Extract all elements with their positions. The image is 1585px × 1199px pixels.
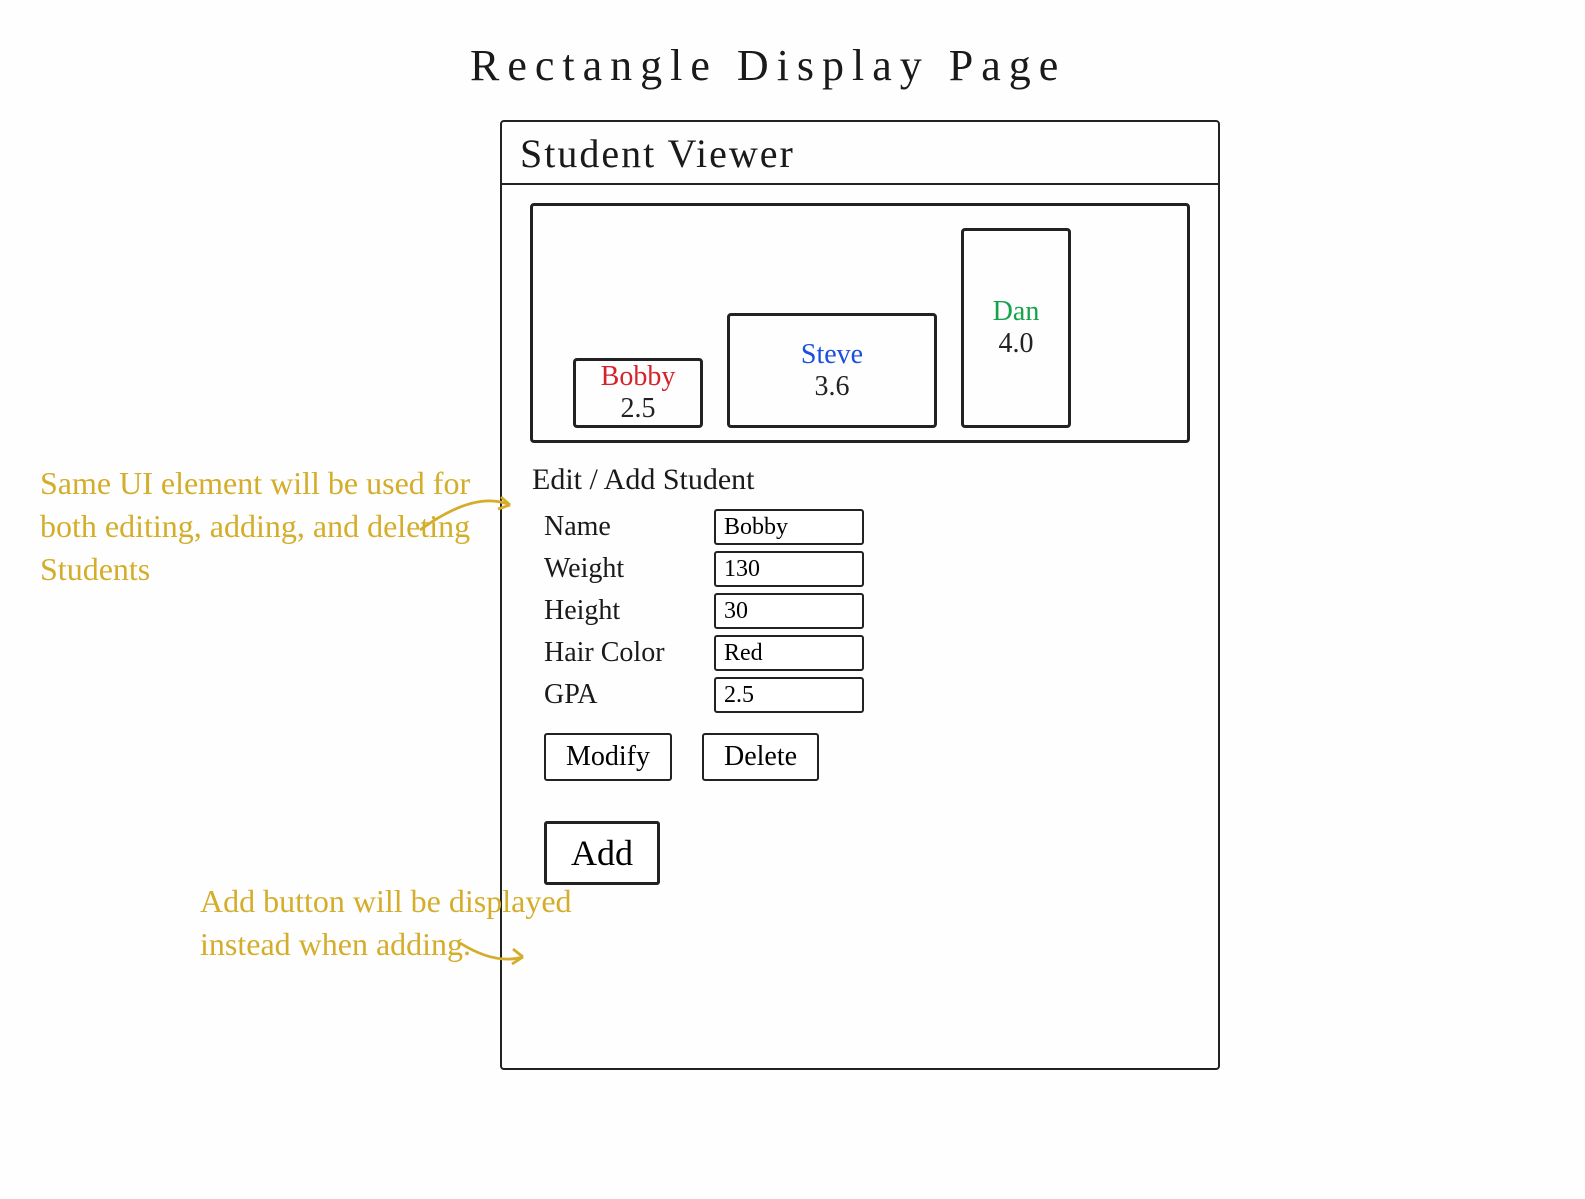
student-card-dan[interactable]: Dan 4.0 xyxy=(961,228,1071,428)
student-gpa-label: 4.0 xyxy=(999,328,1034,360)
student-name-label: Dan xyxy=(993,296,1040,328)
student-name-label: Steve xyxy=(801,339,863,371)
arrow-icon xyxy=(415,485,525,540)
edit-add-form: Edit / Add Student Name Weight Height Ha… xyxy=(502,463,1218,885)
student-display-area: Bobby 2.5 Steve 3.6 Dan 4.0 xyxy=(530,203,1190,443)
form-row-hair-color: Hair Color xyxy=(544,635,1188,671)
form-row-gpa: GPA xyxy=(544,677,1188,713)
hair-color-label: Hair Color xyxy=(544,637,714,669)
window-title: Student Viewer xyxy=(502,122,1218,185)
delete-button[interactable]: Delete xyxy=(702,733,819,781)
height-label: Height xyxy=(544,595,714,627)
annotation-add-button: Add button will be displayed instead whe… xyxy=(200,880,640,966)
name-label: Name xyxy=(544,511,714,543)
gpa-input[interactable] xyxy=(714,677,864,713)
gpa-label: GPA xyxy=(544,679,714,711)
hair-color-input[interactable] xyxy=(714,635,864,671)
form-row-height: Height xyxy=(544,593,1188,629)
page-title: Rectangle Display Page xyxy=(470,40,1066,91)
modify-button[interactable]: Modify xyxy=(544,733,672,781)
weight-input[interactable] xyxy=(714,551,864,587)
add-button[interactable]: Add xyxy=(544,821,660,885)
annotation-shared-ui: Same UI element will be used for both ed… xyxy=(40,462,480,592)
student-card-steve[interactable]: Steve 3.6 xyxy=(727,313,937,428)
height-input[interactable] xyxy=(714,593,864,629)
student-card-bobby[interactable]: Bobby 2.5 xyxy=(573,358,703,428)
weight-label: Weight xyxy=(544,553,714,585)
student-gpa-label: 2.5 xyxy=(621,393,656,425)
form-row-name: Name xyxy=(544,509,1188,545)
name-input[interactable] xyxy=(714,509,864,545)
form-row-weight: Weight xyxy=(544,551,1188,587)
student-gpa-label: 3.6 xyxy=(815,371,850,403)
edit-button-row: Modify Delete xyxy=(544,733,1188,781)
student-name-label: Bobby xyxy=(601,361,676,393)
form-heading: Edit / Add Student xyxy=(532,463,1188,497)
arrow-icon xyxy=(455,935,535,975)
